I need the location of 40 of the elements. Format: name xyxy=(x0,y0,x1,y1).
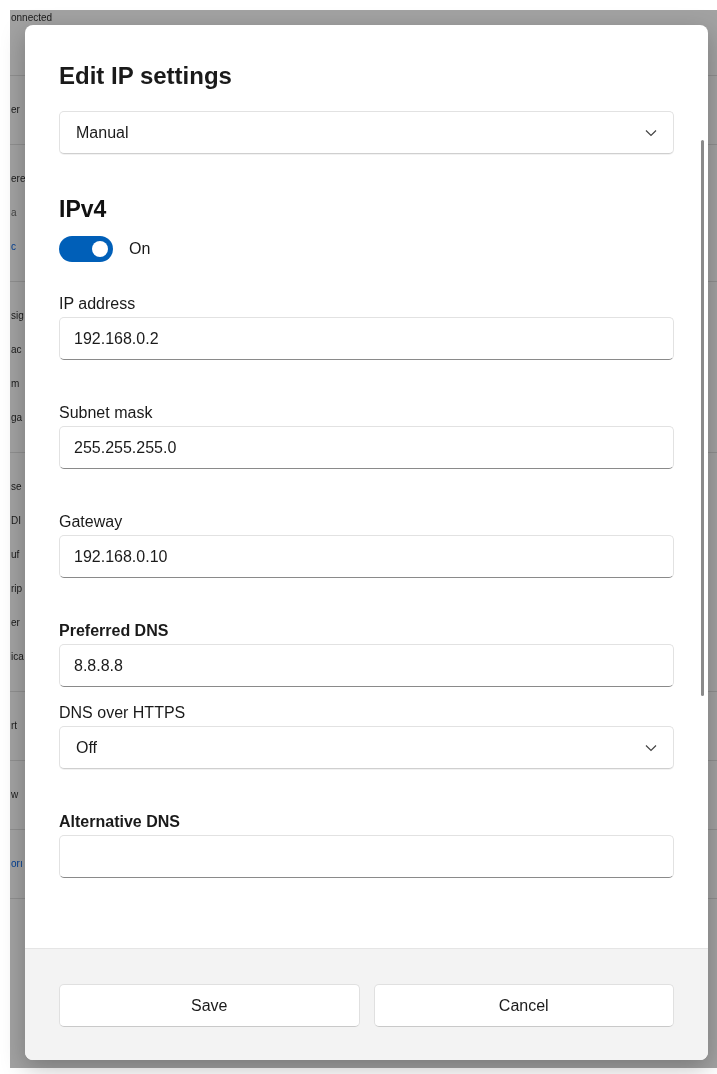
setting-text: m xyxy=(10,377,20,391)
section-heading: IPv4 xyxy=(59,195,108,224)
toggle-switch[interactable] xyxy=(59,236,113,262)
setting-text: sig xyxy=(10,309,24,323)
input-field[interactable]: 192.168.0.10 xyxy=(59,535,674,578)
setting-text: DI xyxy=(10,514,21,528)
setting-text: rt xyxy=(10,719,18,733)
field-label: DNS over HTTPS xyxy=(59,703,186,723)
input-field[interactable]: 192.168.0.2 xyxy=(59,317,674,360)
field-label: IP address xyxy=(59,294,136,314)
link-text[interactable]: c xyxy=(10,240,16,254)
setting-text: ga xyxy=(10,411,23,425)
setting-text: er xyxy=(10,103,20,117)
field-label: Subnet mask xyxy=(59,403,153,423)
setting-text: rip xyxy=(10,582,23,596)
setting-text: w xyxy=(10,788,19,802)
setting-text: onnected xyxy=(10,11,53,25)
field-label: Alternative DNS xyxy=(59,812,180,832)
chevron-down-icon xyxy=(645,128,657,137)
field-label: Gateway xyxy=(59,512,123,532)
setting-text: se xyxy=(10,480,22,494)
input-field[interactable]: 255.255.255.0 xyxy=(59,426,674,469)
setting-text: uf xyxy=(10,548,20,562)
setting-text: a xyxy=(10,206,17,220)
save-button[interactable]: Save xyxy=(59,984,360,1027)
chevron-down-icon xyxy=(645,743,657,752)
input-field[interactable]: 8.8.8.8 xyxy=(59,644,674,687)
setting-text: ere xyxy=(10,172,26,186)
dialog-title: Edit IP settings xyxy=(59,61,233,91)
setting-text: ica xyxy=(10,650,24,664)
cancel-button[interactable]: Cancel xyxy=(373,984,674,1027)
toggle-label: On xyxy=(129,239,151,259)
dropdown[interactable]: Manual xyxy=(59,111,674,154)
setting-text: er xyxy=(10,616,20,630)
input-field[interactable] xyxy=(59,835,674,878)
setting-text: ac xyxy=(10,343,22,357)
scrollbar[interactable] xyxy=(701,140,704,696)
link-text[interactable]: orı xyxy=(10,857,23,871)
dropdown[interactable]: Off xyxy=(59,726,674,769)
field-label: Preferred DNS xyxy=(59,621,169,641)
